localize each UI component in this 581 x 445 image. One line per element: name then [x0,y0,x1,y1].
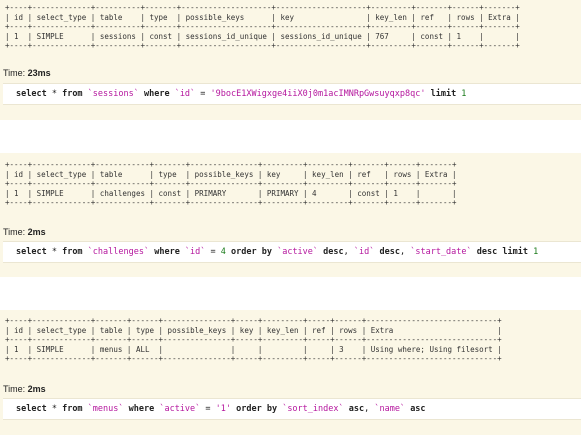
explain-table-2: +----+-------------+------------+-------… [5,160,457,207]
sql-query-1: select * from `sessions` where `id` = '9… [16,89,467,99]
sql-query-3: select * from `menus` where `active` = '… [16,404,426,414]
query-time-3: Time: 2ms [3,384,46,394]
query-block-3: +----+-------------+-------+------+-----… [0,310,581,435]
explain-table-1: +----+-------------+----------+-------+-… [5,3,520,50]
sql-box-1: select * from `sessions` where `id` = '9… [3,83,581,105]
sql-box-3: select * from `menus` where `active` = '… [3,398,581,420]
explain-table-3: +----+-------------+-------+------+-----… [5,316,502,363]
query-time-2: Time: 2ms [3,227,46,237]
sql-query-2: select * from `challenges` where `id` = … [16,247,539,257]
query-block-1: +----+-------------+----------+-------+-… [0,0,581,120]
query-time-1: Time: 23ms [3,68,51,78]
query-block-2: +----+-------------+------------+-------… [0,153,581,277]
sql-box-2: select * from `challenges` where `id` = … [3,241,581,263]
